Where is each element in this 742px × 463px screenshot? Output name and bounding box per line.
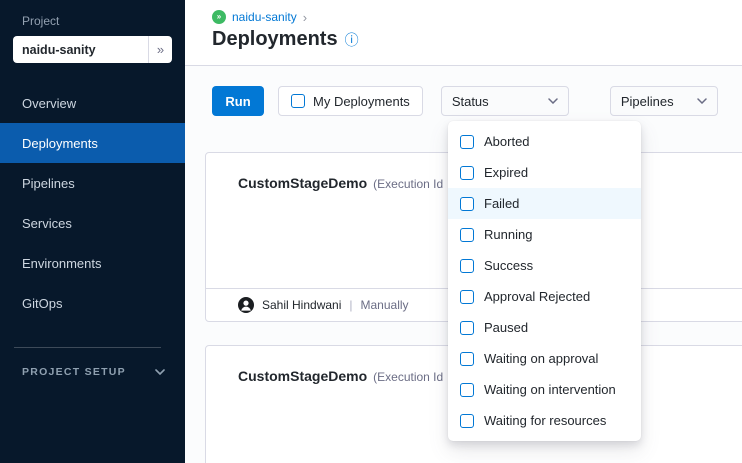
sidebar-item-label: Services	[22, 216, 72, 231]
page-title: Deployments	[212, 28, 338, 51]
status-option-label: Aborted	[484, 134, 530, 149]
status-option-label: Running	[484, 227, 532, 242]
breadcrumb-project-link[interactable]: naidu-sanity	[232, 10, 297, 24]
checkbox-icon[interactable]	[460, 228, 474, 242]
chevron-down-icon	[697, 98, 707, 104]
sidebar-item-services[interactable]: Services	[0, 203, 185, 243]
sidebar-item-label: GitOps	[22, 296, 62, 311]
chevron-down-icon	[548, 98, 558, 104]
status-option-label: Waiting on approval	[484, 351, 598, 366]
project-label: Project	[0, 14, 185, 28]
status-option-approval-rejected[interactable]: Approval Rejected	[448, 281, 641, 312]
status-option-success[interactable]: Success	[448, 250, 641, 281]
sidebar-item-label: Pipelines	[22, 176, 75, 191]
status-option-expired[interactable]: Expired	[448, 157, 641, 188]
checkbox-icon[interactable]	[460, 135, 474, 149]
my-deployments-label: My Deployments	[313, 94, 410, 109]
execution-id-text: (Execution Id	[373, 370, 443, 384]
status-option-failed[interactable]: Failed	[448, 188, 641, 219]
pipelines-filter-label: Pipelines	[621, 94, 674, 109]
checkbox-icon[interactable]	[460, 383, 474, 397]
sidebar: Project naidu-sanity » Overview Deployme…	[0, 0, 185, 463]
status-option-label: Success	[484, 258, 533, 273]
status-option-label: Paused	[484, 320, 528, 335]
sidebar-item-project-setup[interactable]: PROJECT SETUP	[0, 366, 185, 378]
status-option-label: Approval Rejected	[484, 289, 590, 304]
status-option-label: Expired	[484, 165, 528, 180]
title-row: Deployments ⓘ	[212, 28, 742, 51]
status-option-running[interactable]: Running	[448, 219, 641, 250]
sidebar-item-label: Deployments	[22, 136, 98, 151]
status-option-waiting-on-approval[interactable]: Waiting on approval	[448, 343, 641, 374]
status-option-paused[interactable]: Paused	[448, 312, 641, 343]
chevron-down-icon	[155, 369, 165, 375]
checkbox-icon[interactable]	[460, 414, 474, 428]
checkbox-icon[interactable]	[460, 352, 474, 366]
sidebar-item-label: Environments	[22, 256, 101, 271]
breadcrumb-separator-icon: ›	[303, 11, 307, 24]
app: Project naidu-sanity » Overview Deployme…	[0, 0, 742, 463]
sidebar-item-overview[interactable]: Overview	[0, 83, 185, 123]
pipelines-filter-select[interactable]: Pipelines	[610, 86, 718, 116]
status-option-aborted[interactable]: Aborted	[448, 126, 641, 157]
checkbox-icon[interactable]	[460, 321, 474, 335]
toolbar: Run My Deployments Status Pipelines	[185, 66, 742, 116]
sidebar-divider	[14, 347, 161, 348]
pipeline-name: CustomStageDemo	[238, 368, 367, 384]
status-filter-dropdown: Aborted Expired Failed Running Success A…	[448, 121, 641, 441]
checkbox-icon[interactable]	[460, 290, 474, 304]
status-option-label: Waiting on intervention	[484, 382, 616, 397]
sidebar-item-environments[interactable]: Environments	[0, 243, 185, 283]
sidebar-item-deployments[interactable]: Deployments	[0, 123, 185, 163]
double-chevron-icon[interactable]: »	[148, 36, 172, 63]
checkbox-icon[interactable]	[460, 197, 474, 211]
breadcrumb: » naidu-sanity ›	[212, 10, 742, 24]
checkbox-icon[interactable]	[291, 94, 305, 108]
page-header: » naidu-sanity › Deployments ⓘ	[185, 0, 742, 66]
trigger-type: Manually	[361, 298, 409, 312]
avatar	[238, 297, 254, 313]
checkbox-icon[interactable]	[460, 166, 474, 180]
project-setup-label: PROJECT SETUP	[22, 366, 126, 378]
my-deployments-toggle[interactable]: My Deployments	[278, 86, 423, 116]
footer-separator: |	[349, 298, 352, 312]
checkbox-icon[interactable]	[460, 259, 474, 273]
project-selector[interactable]: naidu-sanity »	[13, 36, 172, 63]
status-option-waiting-on-intervention[interactable]: Waiting on intervention	[448, 374, 641, 405]
info-icon[interactable]: ⓘ	[345, 33, 359, 47]
author-name: Sahil Hindwani	[262, 298, 341, 312]
sidebar-item-label: Overview	[22, 96, 76, 111]
status-option-waiting-for-resources[interactable]: Waiting for resources	[448, 405, 641, 436]
run-button[interactable]: Run	[212, 86, 264, 116]
project-selector-value: naidu-sanity	[13, 43, 148, 57]
status-option-label: Failed	[484, 196, 519, 211]
pipeline-name: CustomStageDemo	[238, 175, 367, 191]
status-filter-select[interactable]: Status	[441, 86, 569, 116]
status-filter-label: Status	[452, 94, 489, 109]
sidebar-nav: Overview Deployments Pipelines Services …	[0, 83, 185, 323]
status-option-label: Waiting for resources	[484, 413, 606, 428]
execution-id-text: (Execution Id	[373, 177, 443, 191]
project-icon: »	[212, 10, 226, 24]
sidebar-item-gitops[interactable]: GitOps	[0, 283, 185, 323]
sidebar-item-pipelines[interactable]: Pipelines	[0, 163, 185, 203]
